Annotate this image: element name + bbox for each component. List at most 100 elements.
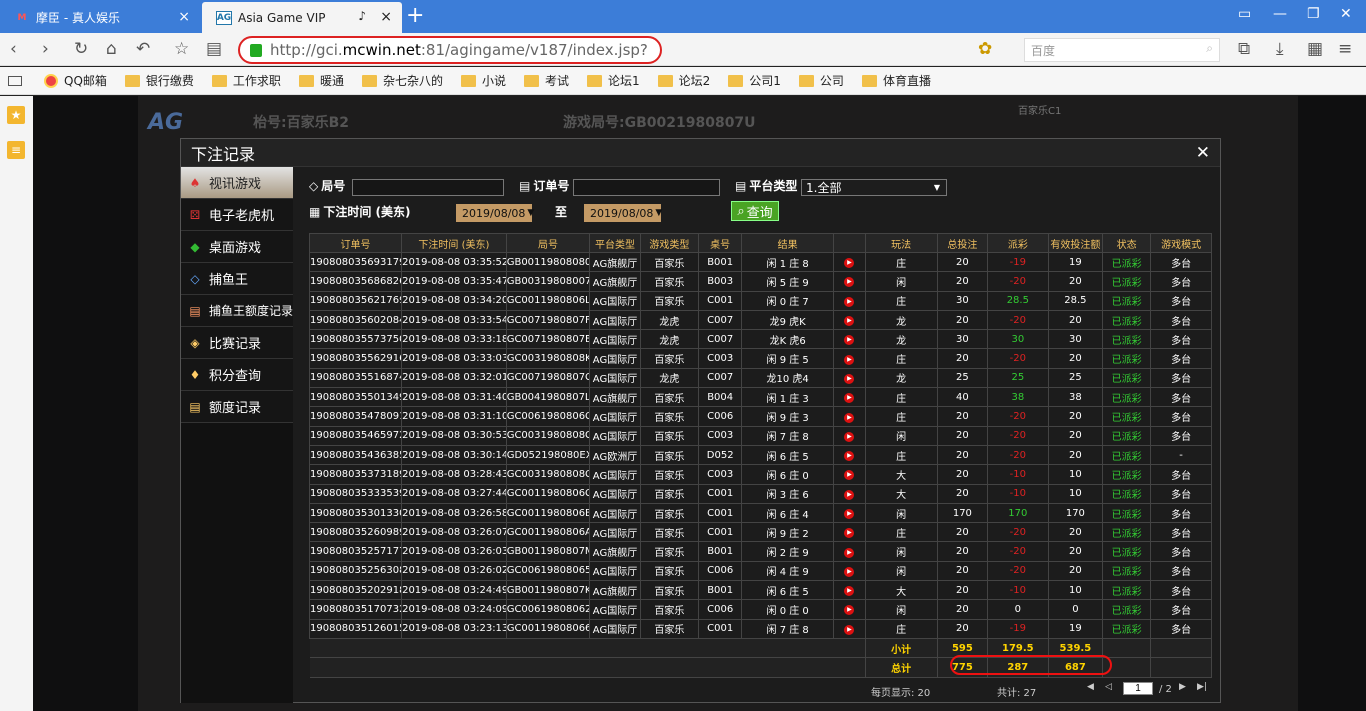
screenshot-icon[interactable]: ⧉ bbox=[1238, 39, 1250, 59]
extension-icon[interactable]: ✿ bbox=[978, 39, 992, 59]
bookmark-folder[interactable]: 体育直播 bbox=[861, 72, 931, 89]
menu-slots[interactable]: ⚄ 电子老虎机 bbox=[181, 199, 293, 231]
bookmark-folder[interactable]: 公司1 bbox=[728, 72, 781, 89]
table-row[interactable]: 190808035693179 2019-08-08 03:35:52 GB0011… bbox=[308, 251, 1212, 273]
play-icon[interactable]: ▶ bbox=[844, 451, 855, 462]
table-row[interactable]: 190808035373189 2019-08-08 03:28:43 GC0031… bbox=[308, 464, 1212, 485]
menu-video-games[interactable]: ♠ 视讯游戏 bbox=[181, 167, 293, 199]
download-icon[interactable]: ⤓ bbox=[1276, 39, 1284, 59]
play-icon[interactable]: ▶ bbox=[844, 470, 855, 481]
home-icon[interactable]: ⌂ bbox=[106, 39, 117, 59]
restore-icon[interactable]: ❐ bbox=[1307, 6, 1320, 22]
video-replay-cell[interactable]: ▶ bbox=[833, 387, 866, 408]
play-icon[interactable]: ▶ bbox=[844, 431, 855, 442]
play-icon[interactable]: ▶ bbox=[844, 566, 855, 577]
play-icon[interactable]: ▶ bbox=[844, 258, 855, 269]
play-icon[interactable]: ▶ bbox=[844, 296, 855, 307]
video-replay-cell[interactable]: ▶ bbox=[833, 483, 866, 504]
favorites-star-icon[interactable]: ★ bbox=[7, 106, 25, 124]
video-replay-cell[interactable]: ▶ bbox=[833, 618, 866, 639]
video-replay-cell[interactable]: ▶ bbox=[833, 502, 866, 524]
search-icon[interactable]: ⌕ bbox=[1206, 41, 1213, 56]
table-row[interactable]: 190808035562916 2019-08-08 03:33:03 GC0031… bbox=[308, 348, 1212, 369]
bookmark-folder[interactable]: 公司 bbox=[798, 72, 844, 89]
order-input[interactable] bbox=[573, 179, 720, 196]
table-row[interactable]: 190808035501349 2019-08-08 03:31:40 GB0041… bbox=[308, 387, 1212, 408]
menu-fishing-king[interactable]: ◇ 捕鱼王 bbox=[181, 263, 293, 295]
next-page-icon[interactable]: ▶ bbox=[1179, 682, 1186, 692]
play-icon[interactable]: ▶ bbox=[844, 624, 855, 635]
play-icon[interactable]: ▶ bbox=[844, 354, 855, 365]
query-button[interactable]: ⌕ 查询 bbox=[731, 201, 779, 221]
table-row[interactable]: 190808035686826 2019-08-08 03:35:47 GB0031… bbox=[308, 271, 1212, 292]
apps-icon[interactable]: ▦ bbox=[1307, 39, 1323, 59]
play-icon[interactable]: ▶ bbox=[844, 412, 855, 423]
date-to-picker[interactable]: 2019/08/08 ▼ bbox=[584, 204, 662, 222]
bookmark-folder[interactable]: 论坛2 bbox=[657, 72, 710, 89]
play-icon[interactable]: ▶ bbox=[844, 277, 855, 288]
table-row[interactable]: 190808035260989 2019-08-08 03:26:07 GC0011… bbox=[308, 522, 1212, 543]
menu-fishing-credit[interactable]: ▤ 捕鱼王额度记录 bbox=[181, 295, 293, 327]
play-icon[interactable]: ▶ bbox=[844, 528, 855, 539]
round-input[interactable] bbox=[352, 179, 504, 196]
play-icon[interactable]: ▶ bbox=[844, 316, 855, 327]
menu-table-games[interactable]: ◆ 桌面游戏 bbox=[181, 231, 293, 263]
play-icon[interactable]: ▶ bbox=[844, 586, 855, 597]
prev-page-icon[interactable]: ◁ bbox=[1105, 682, 1112, 692]
menu-icon[interactable]: ≡ bbox=[1338, 39, 1352, 59]
bookmark-folder[interactable]: 考试 bbox=[523, 72, 569, 89]
table-row[interactable]: 190808035436385 2019-08-08 03:30:14 GD0521… bbox=[308, 444, 1212, 466]
video-replay-cell[interactable]: ▶ bbox=[833, 309, 866, 331]
undo-icon[interactable]: ↶ bbox=[136, 39, 150, 59]
bookmark-qq[interactable]: QQ邮箱 bbox=[44, 72, 107, 89]
table-row[interactable]: 190808035257177 2019-08-08 03:26:03 GB0011… bbox=[308, 541, 1212, 562]
search-input[interactable]: 百度 ⌕ bbox=[1024, 38, 1220, 62]
table-row[interactable]: 190808035516874 2019-08-08 03:32:01 GC0071… bbox=[308, 367, 1212, 389]
video-replay-cell[interactable]: ▶ bbox=[833, 541, 866, 562]
table-row[interactable]: 190808035602084 2019-08-08 03:33:54 GC0071… bbox=[308, 309, 1212, 331]
back-icon[interactable]: ‹ bbox=[10, 39, 17, 59]
reload-icon[interactable]: ↻ bbox=[74, 39, 88, 59]
menu-credit-records[interactable]: ▤ 额度记录 bbox=[181, 391, 293, 423]
video-replay-cell[interactable]: ▶ bbox=[833, 290, 866, 311]
close-window-icon[interactable]: ✕ bbox=[1340, 6, 1352, 22]
video-replay-cell[interactable]: ▶ bbox=[833, 251, 866, 273]
table-row[interactable]: 190808035478091 2019-08-08 03:31:10 GC0061… bbox=[308, 406, 1212, 427]
video-replay-cell[interactable]: ▶ bbox=[833, 367, 866, 389]
video-replay-cell[interactable]: ▶ bbox=[833, 599, 866, 620]
close-tab-icon[interactable]: × bbox=[380, 9, 392, 25]
page-number-input[interactable] bbox=[1123, 682, 1153, 695]
play-icon[interactable]: ▶ bbox=[844, 393, 855, 404]
play-icon[interactable]: ▶ bbox=[844, 373, 855, 384]
bookmark-folder[interactable]: 杂七杂八的 bbox=[361, 72, 443, 89]
new-tab-icon[interactable]: + bbox=[406, 3, 424, 28]
address-bar[interactable]: http://gci. mcwin.net:81/agingame/v187/in… bbox=[238, 36, 662, 64]
bookmark-folder[interactable]: 工作求职 bbox=[211, 72, 281, 89]
menu-match-records[interactable]: ◈ 比赛记录 bbox=[181, 327, 293, 359]
table-row[interactable]: 190808035465972 2019-08-08 03:30:53 GC0031… bbox=[308, 425, 1212, 446]
video-replay-cell[interactable]: ▶ bbox=[833, 580, 866, 601]
video-replay-cell[interactable]: ▶ bbox=[833, 425, 866, 446]
table-row[interactable]: 190808035333539 2019-08-08 03:27:44 GC0011… bbox=[308, 483, 1212, 504]
page-icon[interactable]: ▤ bbox=[206, 39, 222, 59]
play-icon[interactable]: ▶ bbox=[844, 547, 855, 558]
play-icon[interactable]: ▶ bbox=[844, 489, 855, 500]
table-row[interactable]: 190808035573750 2019-08-08 03:33:18 GC0071… bbox=[308, 329, 1212, 350]
close-dialog-icon[interactable]: ✕ bbox=[1196, 143, 1210, 163]
first-page-icon[interactable]: ◀ bbox=[1087, 682, 1094, 692]
bookmark-folder[interactable]: 小说 bbox=[460, 72, 506, 89]
play-icon[interactable]: ▶ bbox=[844, 335, 855, 346]
menu-points-query[interactable]: ♦ 积分查询 bbox=[181, 359, 293, 391]
video-replay-cell[interactable]: ▶ bbox=[833, 522, 866, 543]
notes-icon[interactable]: ≡ bbox=[7, 141, 25, 159]
video-replay-cell[interactable]: ▶ bbox=[833, 271, 866, 292]
sidebar-toggle-icon[interactable] bbox=[8, 75, 22, 86]
bookmark-folder[interactable]: 论坛1 bbox=[587, 72, 640, 89]
forward-icon[interactable]: › bbox=[42, 39, 49, 59]
video-replay-cell[interactable]: ▶ bbox=[833, 329, 866, 350]
table-row[interactable]: 190808035256308 2019-08-08 03:26:02 GC0061… bbox=[308, 560, 1212, 582]
video-replay-cell[interactable]: ▶ bbox=[833, 464, 866, 485]
video-replay-cell[interactable]: ▶ bbox=[833, 406, 866, 427]
table-row[interactable]: 190808035126015 2019-08-08 03:23:13 GC0011… bbox=[308, 618, 1212, 639]
table-row[interactable]: 190808035202918 2019-08-08 03:24:49 GB0011… bbox=[308, 580, 1212, 601]
